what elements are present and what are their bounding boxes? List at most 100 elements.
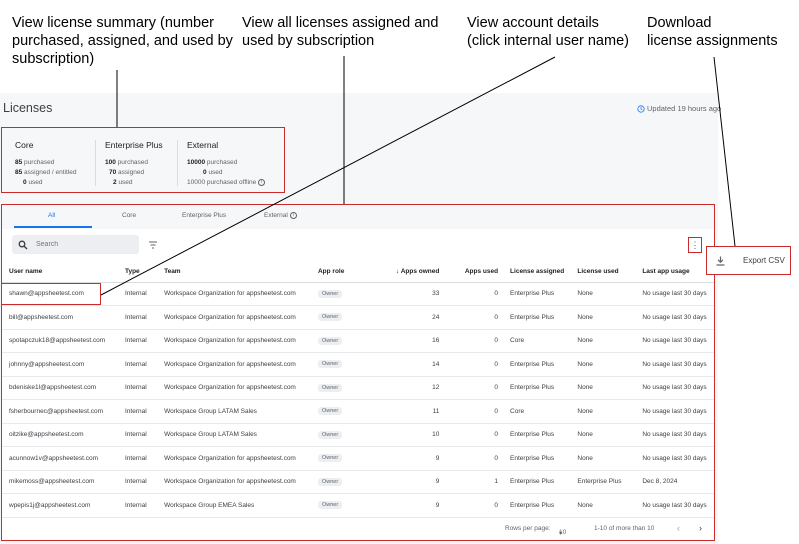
cell-apps-used: 0 xyxy=(439,376,499,400)
cell-user-name[interactable]: bdeniske1l@appsheetest.com xyxy=(2,376,125,400)
col-license-assigned[interactable]: License assigned xyxy=(498,262,578,283)
cell-license-assigned: Core xyxy=(498,329,578,353)
summary-line: 100 purchased xyxy=(105,158,163,168)
cell-license-assigned: Enterprise Plus xyxy=(498,423,578,447)
cell-apps-owned: 33 xyxy=(366,282,440,306)
col-license-used[interactable]: License used xyxy=(577,262,643,283)
user-name-highlight xyxy=(1,283,101,305)
role-badge: Owner xyxy=(317,313,343,322)
info-icon[interactable]: i xyxy=(258,178,266,186)
col-user-name[interactable]: User name xyxy=(2,262,125,283)
info-icon: i xyxy=(289,212,297,219)
cell-type: Internal xyxy=(124,446,165,471)
table-row[interactable]: spotapczuk18@appsheetest.com Internal Work… xyxy=(2,329,714,353)
search-input[interactable] xyxy=(36,241,126,248)
role-badge: Owner xyxy=(317,336,343,345)
cell-team: Workspace Organization for appsheetest.c… xyxy=(164,329,318,353)
license-summary: Core 85 purchased 85 assigned / entitled… xyxy=(1,127,285,193)
callout-summary: View license summary (number purchased, … xyxy=(12,15,233,67)
more-vert-icon[interactable]: ⋮ xyxy=(688,237,702,253)
cell-apps-used: 0 xyxy=(439,423,499,447)
role-badge: Owner xyxy=(317,360,343,369)
table-row[interactable]: fsherbournec@appsheetest.com Internal Work… xyxy=(2,399,714,424)
role-badge: Owner xyxy=(317,383,343,392)
cell-app-role: Owner xyxy=(317,446,367,471)
filter-icon[interactable] xyxy=(148,240,158,250)
prev-page-icon[interactable]: ‹ xyxy=(677,523,680,533)
summary-value: 85 xyxy=(15,169,23,176)
cell-license-used: None xyxy=(577,282,643,306)
export-csv-menu[interactable]: Export CSV xyxy=(706,246,791,275)
col-last-app-usage[interactable]: Last app usage xyxy=(642,262,714,283)
summary-label: purchased xyxy=(24,159,55,166)
cell-apps-used: 0 xyxy=(439,329,499,353)
summary-enterprise-plus: Enterprise Plus 100 purchased 70 assigne… xyxy=(105,140,163,188)
cell-type: Internal xyxy=(124,352,165,377)
summary-line: 0 used xyxy=(187,168,265,178)
cell-apps-owned: 9 xyxy=(366,493,440,518)
table-row[interactable]: wpepis1j@appsheetest.com Internal Workspac… xyxy=(2,493,714,518)
table-header: User name Type Team App role ↓ Apps owne… xyxy=(2,262,714,283)
cell-user-name[interactable]: bill@appsheetest.com xyxy=(2,305,125,330)
cell-apps-owned: 14 xyxy=(366,352,440,377)
next-page-icon[interactable]: › xyxy=(699,523,702,533)
summary-title: External xyxy=(187,140,219,150)
tab-core[interactable]: Core xyxy=(122,212,136,219)
cell-license-used: None xyxy=(577,399,643,424)
summary-divider xyxy=(95,140,96,186)
summary-external: External 10000 purchased 0 used 10000 pu… xyxy=(187,140,266,188)
tab-enterprise-plus[interactable]: Enterprise Plus xyxy=(182,212,226,219)
col-type[interactable]: Type xyxy=(124,262,165,283)
table-row[interactable]: oitzike@appsheetest.com Internal Workspace… xyxy=(2,423,714,447)
summary-title: Core xyxy=(15,140,34,150)
tab-external[interactable]: External i xyxy=(264,212,297,219)
subscription-tabs: All Core Enterprise Plus External i xyxy=(2,205,714,229)
summary-line: 0 used xyxy=(15,178,76,188)
role-badge: Owner xyxy=(317,407,343,416)
tab-all[interactable]: All xyxy=(48,212,55,219)
col-apps-owned[interactable]: ↓ Apps owned xyxy=(366,262,440,283)
table-row[interactable]: bdeniske1l@appsheetest.com Internal Worksp… xyxy=(2,376,714,400)
cell-type: Internal xyxy=(124,305,165,330)
table-row[interactable]: mikemoss@appsheetest.com Internal Workspac… xyxy=(2,470,714,494)
cell-license-assigned: Enterprise Plus xyxy=(498,282,578,306)
summary-value: 0 xyxy=(203,169,207,176)
cell-user-name[interactable]: oitzike@appsheetest.com xyxy=(2,423,125,447)
cell-last-app-usage: No usage last 30 days xyxy=(642,352,714,377)
updated-text: Updated 19 hours ago xyxy=(647,104,722,113)
cell-license-assigned: Enterprise Plus xyxy=(498,352,578,377)
rows-per-page-label: Rows per page: xyxy=(505,525,551,532)
cell-license-used: None xyxy=(577,423,643,447)
cell-user-name[interactable]: acunnow1v@appsheetest.com xyxy=(2,446,125,471)
cell-team: Workspace Organization for appsheetest.c… xyxy=(164,446,318,471)
col-team[interactable]: Team xyxy=(164,262,318,283)
cell-app-role: Owner xyxy=(317,493,367,518)
summary-divider xyxy=(177,140,178,186)
role-badge: Owner xyxy=(317,501,343,510)
cell-apps-owned: 9 xyxy=(366,470,440,494)
cell-last-app-usage: No usage last 30 days xyxy=(642,493,714,518)
cell-last-app-usage: No usage last 30 days xyxy=(642,376,714,400)
cell-user-name[interactable]: fsherbournec@appsheetest.com xyxy=(2,399,125,424)
summary-value: 10000 xyxy=(187,159,206,166)
cell-last-app-usage: Dec 8, 2024 xyxy=(642,470,714,494)
search-box[interactable] xyxy=(12,235,139,254)
cell-license-assigned: Enterprise Plus xyxy=(498,493,578,518)
col-apps-used[interactable]: Apps used xyxy=(439,262,499,283)
table-row[interactable]: shawn@appsheetest.com Internal Workspace O… xyxy=(2,282,714,306)
cell-user-name[interactable]: mikemoss@appsheetest.com xyxy=(2,470,125,494)
cell-apps-owned: 11 xyxy=(366,399,440,424)
summary-value: 100 xyxy=(105,159,116,166)
page-range: 1-10 of more than 10 xyxy=(594,525,655,532)
cell-user-name[interactable]: johnny@appsheetest.com xyxy=(2,352,125,377)
summary-label: purchased xyxy=(117,159,149,166)
col-app-role[interactable]: App role xyxy=(317,262,367,283)
cell-user-name[interactable]: wpepis1j@appsheetest.com xyxy=(2,493,125,518)
cell-type: Internal xyxy=(124,282,165,306)
cell-user-name[interactable]: spotapczuk18@appsheetest.com xyxy=(2,329,125,353)
table-row[interactable]: acunnow1v@appsheetest.com Internal Workspa… xyxy=(2,446,714,471)
table-row[interactable]: bill@appsheetest.com Internal Workspace Or… xyxy=(2,305,714,330)
table-row[interactable]: johnny@appsheetest.com Internal Workspace … xyxy=(2,352,714,377)
cell-apps-owned: 12 xyxy=(366,376,440,400)
cell-apps-owned: 10 xyxy=(366,423,440,447)
